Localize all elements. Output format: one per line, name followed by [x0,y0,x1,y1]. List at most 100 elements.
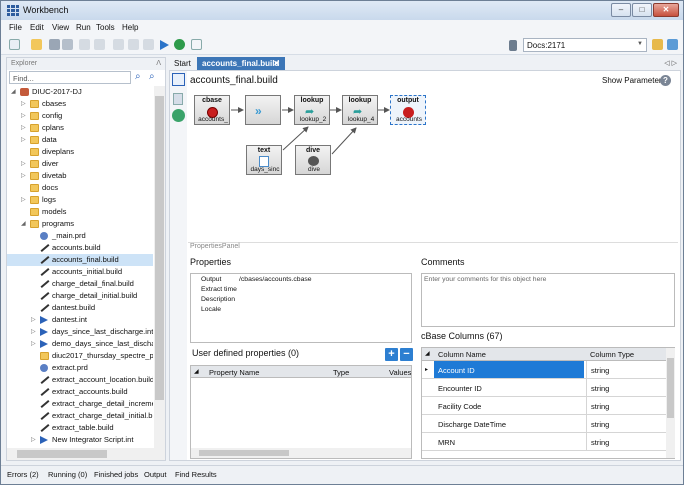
tree-item[interactable]: diuc2017_thursday_spectre_pr [7,350,153,362]
open-folder-icon[interactable] [31,39,42,50]
udp-col-name[interactable]: Property Name [209,368,259,377]
settings-icon[interactable] [667,39,678,50]
expander-icon[interactable]: ▷ [31,338,36,350]
tree-item[interactable]: extract_accounts.build [7,386,153,398]
node-lookup-2[interactable]: lookup ➦ lookup_2 [294,95,330,125]
menu-run[interactable]: Run [76,23,91,32]
expander-icon[interactable]: ▷ [21,194,26,206]
table-row[interactable]: Discharge DateTime string [422,415,666,433]
menu-view[interactable]: View [52,23,69,32]
udp-col-values[interactable]: Values [389,368,411,377]
build-canvas[interactable]: cbase accounts_ » lookup ➦ lookup_2 look… [190,90,676,238]
add-property-button[interactable]: + [385,348,398,361]
close-tab-icon[interactable]: ✕ [273,59,280,68]
minimize-button[interactable]: – [611,3,631,17]
new-icon[interactable] [9,39,20,50]
tree-item[interactable]: extract_charge_detail_initial.bu [7,410,153,422]
tree-item[interactable]: ▷ demo_days_since_last_discharg [7,338,153,350]
connect-icon[interactable] [652,39,663,50]
pin-icon[interactable]: ᐱ [156,59,161,67]
output-tab[interactable]: Output [144,470,167,479]
menu-help[interactable]: Help [122,23,138,32]
table-row[interactable]: Encounter ID string [422,379,666,397]
tree-item[interactable]: ◢ programs [7,218,153,230]
go-icon[interactable] [174,39,185,50]
run-icon[interactable] [160,40,169,50]
tab-accounts-final[interactable]: accounts_final.build ✕ [197,57,285,70]
expander-icon[interactable]: ▷ [21,170,26,182]
finished-jobs-tab[interactable]: Finished jobs [94,470,138,479]
comments-textarea[interactable]: Enter your comments for this object here [421,273,675,327]
table-row[interactable]: ▸ Account ID string [422,361,666,379]
expander-icon[interactable]: ◢ [21,218,26,230]
document-tool-icon[interactable] [173,93,183,105]
tree-item[interactable]: ▷ data [7,134,153,146]
show-parameters-link[interactable]: Show Parameters [602,76,666,85]
cbase-col-type[interactable]: Column Type [590,350,634,359]
tree-item[interactable]: ◢ DIUC-2017-DJ [7,86,153,98]
column-type-cell[interactable]: string [586,361,666,378]
udp-col-type[interactable]: Type [333,368,349,377]
cbase-col-name[interactable]: Column Name [438,350,486,359]
help-icon[interactable]: ? [660,75,671,86]
running-tab[interactable]: Running (0) [48,470,87,479]
tree-item[interactable]: dantest.build [7,302,153,314]
tree-item[interactable]: docs [7,182,153,194]
expander-icon[interactable]: ▷ [21,122,26,134]
save-icon[interactable] [49,39,60,50]
expander-icon[interactable]: ▷ [21,98,26,110]
tree-item[interactable]: ▷ dantest.int [7,314,153,326]
menu-tools[interactable]: Tools [96,23,115,32]
expander-icon[interactable]: ◢ [11,86,16,98]
column-type-cell[interactable]: string [586,415,666,432]
tree-item[interactable]: ▷ days_since_last_discharge.int [7,326,153,338]
table-row[interactable]: MRN string [422,433,666,451]
cut-icon[interactable] [113,39,124,50]
explorer-horizontal-scrollbar[interactable] [7,448,165,460]
node-cbase[interactable]: cbase accounts_ [194,95,230,125]
column-type-cell[interactable]: string [586,433,666,450]
node-output[interactable]: output accounts [390,95,426,125]
expander-icon[interactable]: ▷ [21,134,26,146]
copy-icon[interactable] [128,39,139,50]
node-lookup-4[interactable]: lookup ➦ lookup_4 [342,95,378,125]
grid-icon[interactable] [191,39,202,50]
property-row[interactable]: Locale [191,306,411,315]
tab-start[interactable]: Start [169,57,196,70]
tree-item[interactable]: ▷ cbases [7,98,153,110]
tree-item[interactable]: extract.prd [7,362,153,374]
errors-tab[interactable]: Errors (2) [7,470,39,479]
expander-icon[interactable]: ▷ [31,314,36,326]
column-name-cell[interactable]: Encounter ID [434,379,584,396]
tree-item[interactable]: extract_table.build [7,422,153,434]
tree-item[interactable]: diveplans [7,146,153,158]
tab-scroll-arrows[interactable]: ◁ ▷ [664,59,677,67]
find-results-tab[interactable]: Find Results [175,470,217,479]
property-row[interactable]: Output/cbases/accounts.cbase [191,276,411,285]
tree-item[interactable]: charge_detail_final.build [7,278,153,290]
menu-file[interactable]: File [9,23,22,32]
property-row[interactable]: Description [191,296,411,305]
save-all-icon[interactable] [62,39,73,50]
tree-item[interactable]: models [7,206,153,218]
node-dive[interactable]: dive dive [295,145,331,175]
tree-item[interactable]: accounts_initial.build [7,266,153,278]
expander-icon[interactable]: ▷ [21,110,26,122]
undo-icon[interactable] [79,39,90,50]
cbase-vertical-scrollbar[interactable] [666,348,675,458]
expander-icon[interactable]: ▷ [21,158,26,170]
tree-item[interactable]: ▷ divetab [7,170,153,182]
search-options-icon[interactable]: ⌕ [149,71,155,82]
tree-item[interactable]: ▷ config [7,110,153,122]
docs-select[interactable]: Docs:2171 ▼ [523,38,647,52]
tree-item[interactable]: _main.prd [7,230,153,242]
tree-item[interactable]: ▷ cplans [7,122,153,134]
column-name-cell[interactable]: MRN [434,433,584,450]
node-aggregate[interactable]: » [245,95,281,125]
search-icon[interactable]: ⌕ [135,71,141,82]
tree-item[interactable]: ▷ logs [7,194,153,206]
tree-item[interactable]: ▷ diver [7,158,153,170]
expander-icon[interactable]: ▷ [31,434,36,446]
menu-edit[interactable]: Edit [30,23,44,32]
tree-item[interactable]: ▷ New Integrator Script.int [7,434,153,446]
